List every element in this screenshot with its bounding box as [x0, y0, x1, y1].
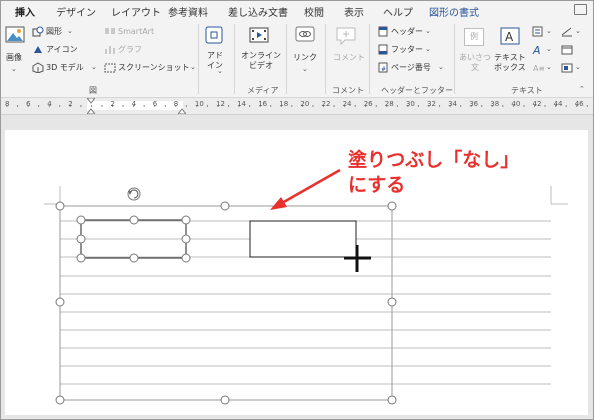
canvas-resize-handle	[220, 395, 230, 405]
canvas-resize-handle	[387, 297, 397, 307]
canvas-resize-handle	[55, 201, 65, 211]
canvas-resize-handle	[55, 395, 65, 405]
canvas-resize-handle	[220, 201, 230, 211]
rotate-handle-icon[interactable]	[127, 187, 141, 201]
callout-arrow-icon	[270, 168, 341, 210]
callout-text: 塗りつぶし「なし」 にする	[348, 149, 520, 196]
new-rectangle-shape[interactable]	[249, 220, 357, 258]
canvas-resize-handle	[387, 395, 397, 405]
drawing-layer	[44, 168, 568, 405]
canvas-resize-handle	[387, 201, 397, 211]
canvas-resize-handle	[55, 297, 65, 307]
